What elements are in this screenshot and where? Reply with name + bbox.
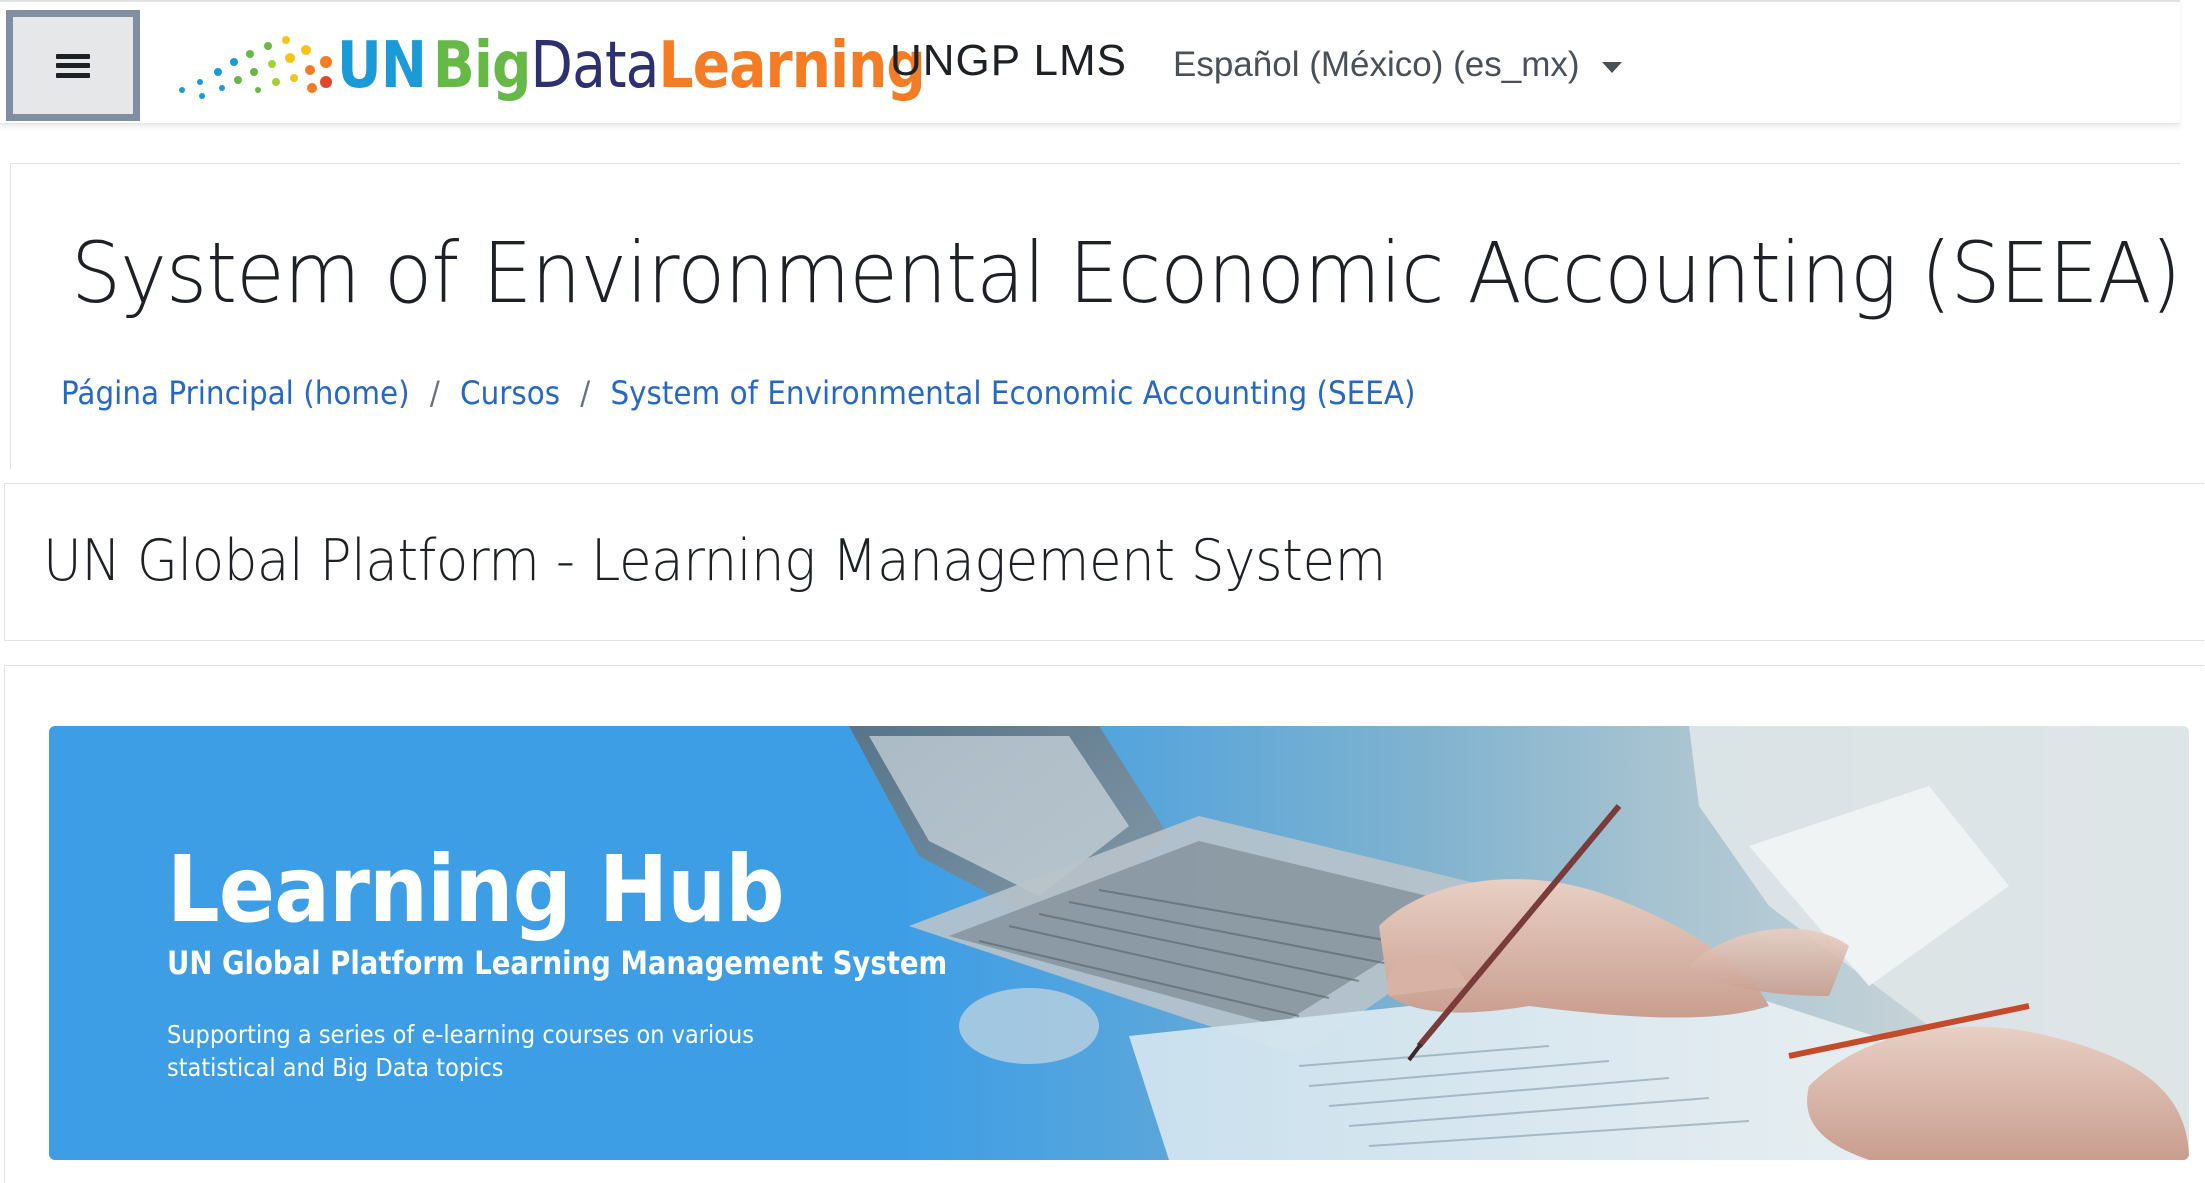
site-name[interactable]: UNGP LMS bbox=[890, 36, 1127, 86]
learning-hub-banner: Learning Hub UN Global Platform Learning… bbox=[49, 726, 2189, 1160]
banner-subtitle: UN Global Platform Learning Management S… bbox=[167, 944, 948, 982]
breadcrumb: Página Principal (home) / Cursos / Syste… bbox=[61, 374, 1415, 412]
banner-card: Learning Hub UN Global Platform Learning… bbox=[4, 665, 2204, 1183]
brand-big-text: Big bbox=[432, 29, 531, 103]
banner-title: Learning Hub bbox=[167, 836, 785, 943]
platform-title: UN Global Platform - Learning Management… bbox=[43, 528, 1386, 594]
page-title: System of Environmental Economic Account… bbox=[71, 224, 2181, 322]
breadcrumb-home-link[interactable]: Página Principal (home) bbox=[61, 374, 410, 412]
side-drawer-toggle-button[interactable] bbox=[6, 10, 140, 121]
breadcrumb-course-link[interactable]: System of Environmental Economic Account… bbox=[610, 374, 1415, 412]
brand-learning-text: Learning bbox=[658, 29, 926, 103]
breadcrumb-separator: / bbox=[580, 374, 591, 412]
top-navbar: UN Big Data Learning UNGP LMS Español (M… bbox=[0, 0, 2180, 124]
language-menu-dropdown[interactable]: Español (México) (es_mx) bbox=[1173, 45, 1622, 85]
banner-description: Supporting a series of e-learning course… bbox=[167, 1020, 754, 1082]
page-header: System of Environmental Economic Account… bbox=[10, 163, 2181, 469]
platform-title-box: UN Global Platform - Learning Management… bbox=[4, 483, 2204, 641]
caret-down-icon bbox=[1601, 61, 1622, 73]
data-dots-logo-icon bbox=[179, 36, 332, 99]
brand-un-text: UN bbox=[337, 29, 427, 103]
laptop-and-hands-photo-icon bbox=[849, 726, 2189, 1160]
brand-wordmark: UN Big Data Learning bbox=[337, 29, 926, 103]
hamburger-menu-icon bbox=[56, 53, 90, 78]
language-selected-label: Español (México) (es_mx) bbox=[1173, 45, 1580, 84]
breadcrumb-separator: / bbox=[429, 374, 440, 412]
brand-data-text: Data bbox=[530, 29, 660, 103]
breadcrumb-courses-link[interactable]: Cursos bbox=[460, 374, 560, 412]
